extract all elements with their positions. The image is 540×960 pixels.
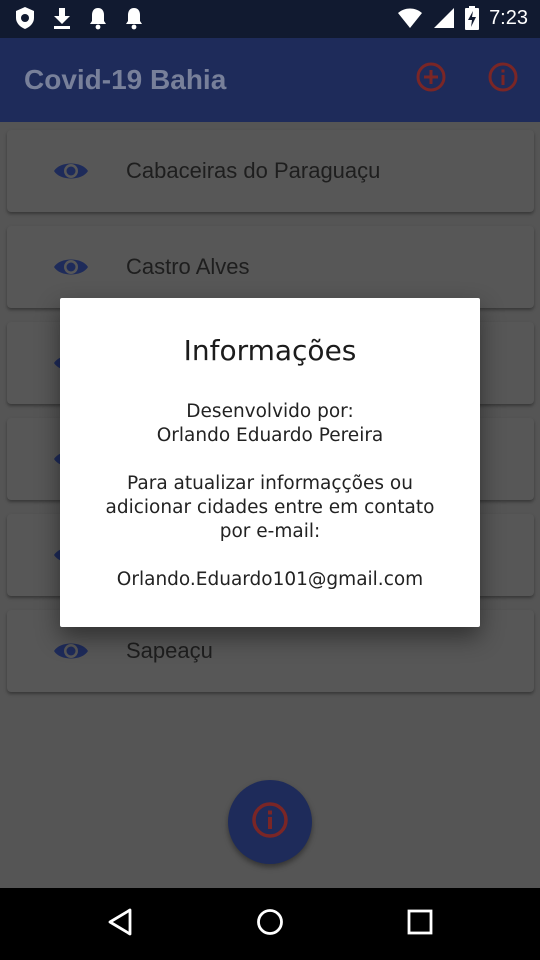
nav-home-button[interactable] xyxy=(250,904,290,944)
dialog-line: Desenvolvido por: xyxy=(186,401,354,422)
dialog-line: por e-mail: xyxy=(219,521,321,542)
nav-back-button[interactable] xyxy=(100,904,140,944)
home-icon xyxy=(255,907,285,942)
dialog-line: Para atualizar informaçções ou xyxy=(127,473,413,494)
system-nav-bar xyxy=(0,888,540,960)
dialog-line: adicionar cidades entre em contato xyxy=(105,497,435,518)
back-icon xyxy=(105,907,135,942)
dialog-title: Informações xyxy=(183,334,357,367)
info-dialog: Informações Desenvolvido por: Orlando Ed… xyxy=(60,298,480,627)
contact-email[interactable]: Orlando.Eduardo101@gmail.com xyxy=(80,568,460,592)
dialog-body: Desenvolvido por: Orlando Eduardo Pereir… xyxy=(80,400,460,592)
recents-icon xyxy=(406,908,434,941)
nav-recents-button[interactable] xyxy=(400,904,440,944)
dialog-line: Orlando Eduardo Pereira xyxy=(156,425,384,446)
